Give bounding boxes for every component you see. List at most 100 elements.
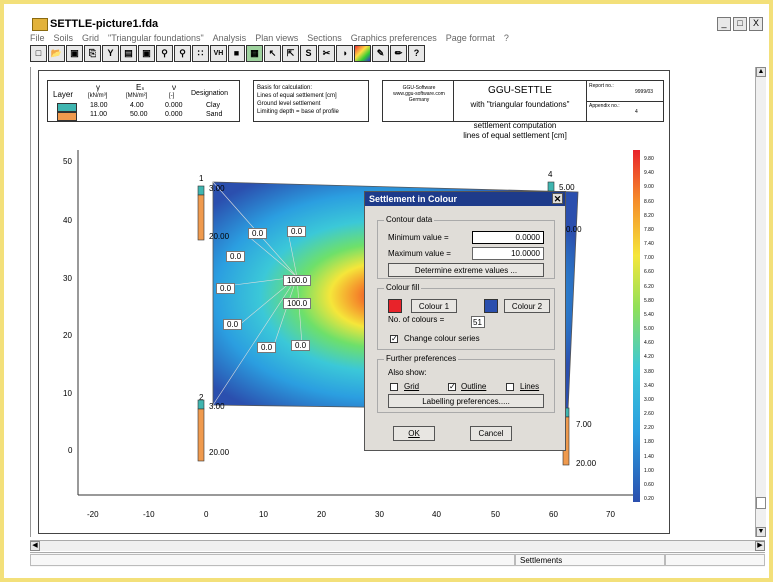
- x-tick-label: 10: [259, 510, 268, 519]
- labelling-preferences-button[interactable]: Labelling preferences.....: [388, 394, 544, 408]
- colour-scale-label: 2.60: [644, 411, 654, 417]
- colour-fill-icon[interactable]: [354, 45, 371, 62]
- layer-es: 4.00: [130, 102, 144, 109]
- legend-header-nu: ν: [172, 83, 176, 92]
- corner-label: 2: [199, 393, 204, 402]
- colour-scale-label: 9.00: [644, 184, 654, 191]
- layer-designation: Sand: [206, 111, 223, 118]
- colour-1-button[interactable]: Colour 1: [411, 299, 457, 313]
- colour-scale-label: 7.40: [644, 241, 654, 247]
- min-value-input[interactable]: 0.0000: [472, 231, 544, 244]
- colour-scale-label: 5.80: [644, 297, 654, 304]
- s-icon[interactable]: S: [300, 45, 317, 62]
- new-file-icon[interactable]: □: [30, 45, 47, 62]
- toolbar: □ 📂 ▣ ⎘ Y ▤ ▣ ⚲ ⚲ ∷ VH ■ ▦ ↖ ⇱ S ✂ ◑ ✎ ✏…: [30, 45, 425, 65]
- outline-checkbox[interactable]: ✓: [448, 383, 456, 391]
- open-file-icon[interactable]: 📂: [48, 45, 65, 62]
- foundation-icon[interactable]: ■: [228, 45, 245, 62]
- filter-icon[interactable]: Y: [102, 45, 119, 62]
- contour-label: 0.0: [287, 226, 307, 237]
- group-label: Colour fill: [384, 283, 422, 292]
- ok-button[interactable]: OK: [393, 426, 435, 441]
- zoom-in-icon[interactable]: ⚲: [156, 45, 173, 62]
- calculator-icon[interactable]: ▦: [246, 45, 263, 62]
- menu-plan-views[interactable]: Plan views: [255, 32, 298, 45]
- maximize-button[interactable]: □: [733, 17, 747, 31]
- contour-label: 0.0: [216, 283, 236, 294]
- menu-page-format[interactable]: Page format: [446, 32, 495, 45]
- profile-sand-layer: [197, 408, 205, 462]
- num-colours-input[interactable]: 51: [471, 316, 485, 328]
- menu-sections[interactable]: Sections: [307, 32, 342, 45]
- colour-2-button[interactable]: Colour 2: [504, 299, 550, 313]
- contour-label: 0.0: [223, 319, 243, 330]
- layer-es: 50.00: [130, 111, 148, 118]
- close-icon[interactable]: ✕: [552, 193, 563, 204]
- colour-scale-label: 8.20: [644, 212, 654, 219]
- x-tick-label: 70: [606, 510, 615, 519]
- menu-graphics-preferences[interactable]: Graphics preferences: [351, 32, 437, 45]
- zoom-area-icon[interactable]: ▣: [138, 45, 155, 62]
- profile-clay-layer: [197, 185, 205, 196]
- zoom-out-icon[interactable]: ⚲: [174, 45, 191, 62]
- help-icon[interactable]: ?: [408, 45, 425, 62]
- scroll-left-icon[interactable]: ◀: [30, 541, 40, 551]
- report-label: Report no.:: [589, 83, 614, 89]
- x-tick-label: -10: [143, 510, 155, 519]
- report-value: 9999/03: [635, 89, 654, 95]
- determine-extreme-values-button[interactable]: Determine extreme values ...: [388, 263, 544, 277]
- colour-scale-label: 7.80: [644, 226, 654, 233]
- appendix-label: Appendix no.:: [589, 103, 620, 109]
- num-colours-label: No. of colours =: [388, 315, 445, 324]
- close-button[interactable]: X: [749, 17, 763, 31]
- save-icon[interactable]: ▣: [66, 45, 83, 62]
- scroll-thumb[interactable]: [756, 497, 766, 509]
- scroll-right-icon[interactable]: ▶: [755, 541, 765, 551]
- outline-label: Outline: [461, 382, 487, 391]
- minimize-button[interactable]: _: [717, 17, 731, 31]
- menu-file[interactable]: File: [30, 32, 45, 45]
- legend-header-designation: Designation: [191, 90, 228, 97]
- pointer-icon[interactable]: ↖: [264, 45, 281, 62]
- colour-scale-label: 8.60: [644, 198, 654, 205]
- lines-checkbox[interactable]: [506, 383, 514, 391]
- window-controls: _ □ X: [717, 17, 763, 31]
- move-icon[interactable]: ⇱: [282, 45, 299, 62]
- y-tick-label: 40: [63, 216, 72, 225]
- menu-help[interactable]: ?: [504, 32, 509, 45]
- menu-analysis[interactable]: Analysis: [213, 32, 247, 45]
- colour-scale-label: 6.20: [644, 283, 654, 290]
- contour-label: 100.0: [283, 275, 312, 286]
- colour-scale-label: 7.00: [644, 255, 654, 262]
- horizontal-scrollbar[interactable]: ◀ ▶: [30, 540, 765, 551]
- colour-icon[interactable]: ◑: [336, 45, 353, 62]
- scroll-up-icon[interactable]: ▲: [756, 67, 766, 77]
- profile-label: 0.00: [566, 225, 582, 234]
- menu-grid[interactable]: Grid: [82, 32, 99, 45]
- vertical-scrollbar[interactable]: ▲ ▼: [755, 67, 766, 537]
- cancel-button[interactable]: Cancel: [470, 426, 512, 441]
- cut-icon[interactable]: ✂: [318, 45, 335, 62]
- group-label: Contour data: [384, 215, 435, 224]
- also-show-label: Also show:: [388, 368, 427, 377]
- colour-scale-label: 9.40: [644, 170, 654, 177]
- grid-icon[interactable]: ∷: [192, 45, 209, 62]
- pen-icon[interactable]: ✎: [372, 45, 389, 62]
- max-value-input[interactable]: 10.0000: [472, 247, 544, 260]
- company-country: Germany: [408, 97, 430, 103]
- grid-checkbox[interactable]: [390, 383, 398, 391]
- change-colour-series-checkbox[interactable]: ✓: [390, 335, 398, 343]
- table-icon[interactable]: ▤: [120, 45, 137, 62]
- profile-label: 20.00: [209, 232, 230, 241]
- menu-triangular-foundations[interactable]: "Triangular foundations": [108, 32, 204, 45]
- edit-icon[interactable]: ✏: [390, 45, 407, 62]
- vh-icon[interactable]: VH: [210, 45, 227, 62]
- colour-scale-label: 2.20: [644, 425, 654, 432]
- legend-header-nu-unit: [-]: [169, 93, 175, 99]
- menu-soils[interactable]: Soils: [54, 32, 74, 45]
- group-label: Further preferences: [384, 354, 459, 363]
- scroll-down-icon[interactable]: ▼: [756, 527, 766, 537]
- print-icon[interactable]: ⎘: [84, 45, 101, 62]
- appendix-value: 4: [635, 109, 638, 115]
- y-tick-label: 0: [68, 446, 73, 455]
